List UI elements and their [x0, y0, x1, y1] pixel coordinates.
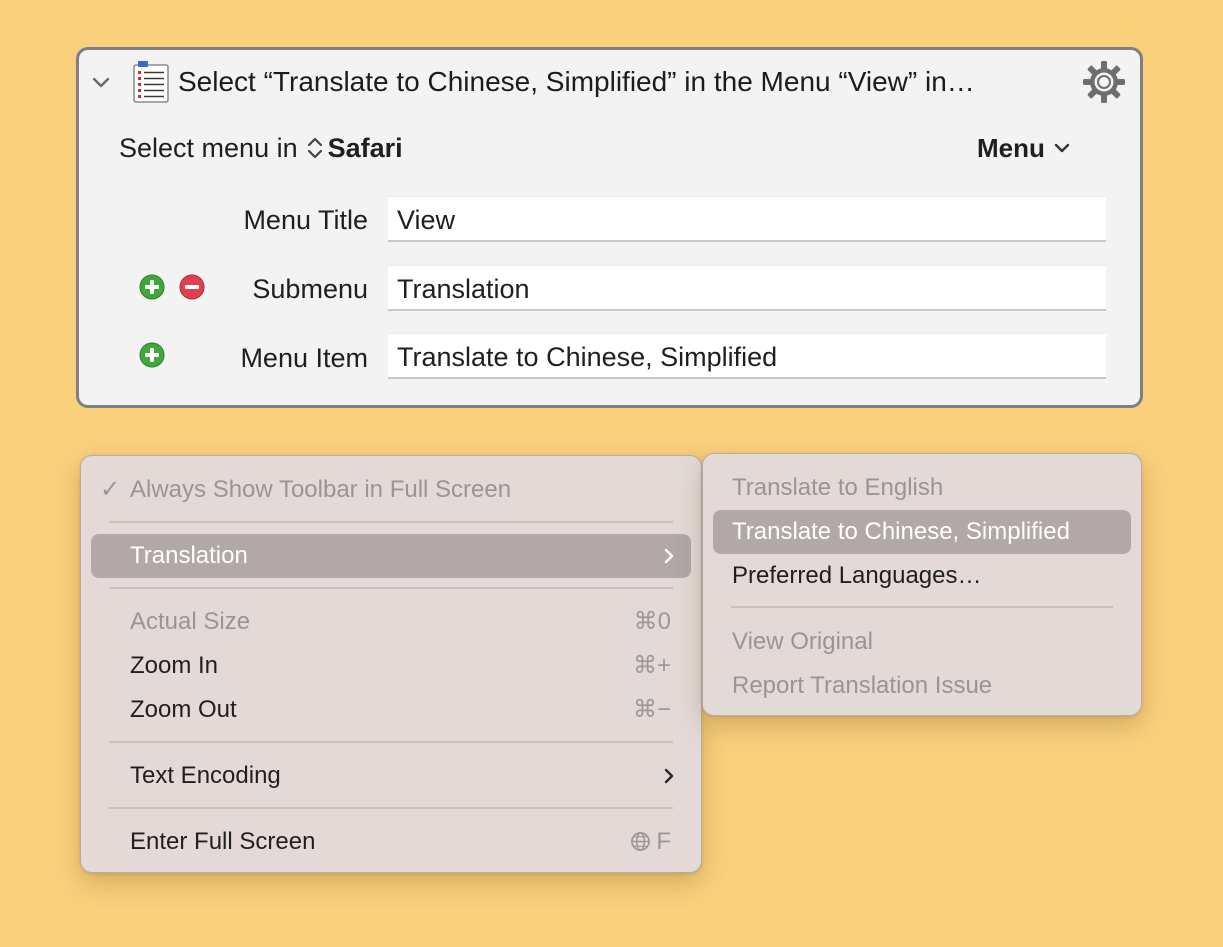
menu-title-label: Menu Title [243, 205, 368, 235]
menu-item-label: Translate to Chinese, Simplified [732, 518, 1070, 545]
menu-item-translate-to-chinese-simplified[interactable]: Translate to Chinese, Simplified [713, 510, 1131, 554]
menu-title-field[interactable]: View [388, 196, 1106, 242]
shortcut-label: ⌘+ [632, 652, 671, 679]
menu-separator [109, 741, 673, 743]
document-list-icon [133, 61, 169, 103]
menu-item-translation[interactable]: Translation [91, 534, 691, 578]
menu-item-label: Enter Full Screen [130, 828, 316, 855]
chevron-down-icon [1054, 143, 1070, 153]
select-menu-action-panel: Select “Translate to Chinese, Simplified… [76, 47, 1143, 408]
menu-item-label: View Original [732, 628, 873, 655]
checkmark-icon: ✓ [100, 476, 121, 503]
target-app-row: Select menu in Safari [119, 130, 403, 166]
menu-item-translate-to-english[interactable]: Translate to English [713, 466, 1131, 510]
menu-item-zoom-out[interactable]: Zoom Out ⌘− [91, 688, 691, 732]
menu-item-label: Always Show Toolbar in Full Screen [130, 476, 512, 503]
menu-item-label: Text Encoding [130, 762, 281, 789]
menu-item-label: Translate to English [732, 474, 944, 501]
menu-item-enter-full-screen[interactable]: Enter Full Screen F [91, 820, 691, 864]
menu-item-preferred-languages[interactable]: Preferred Languages… [713, 554, 1131, 598]
mode-dropdown[interactable]: Menu [977, 130, 1071, 166]
view-menu: ✓ Always Show Toolbar in Full Screen Tra… [80, 455, 702, 873]
menu-item-zoom-in[interactable]: Zoom In ⌘+ [91, 644, 691, 688]
mode-dropdown-label: Menu [977, 133, 1045, 163]
menu-item-always-show-toolbar[interactable]: ✓ Always Show Toolbar in Full Screen [91, 468, 691, 512]
menu-separator [109, 807, 673, 809]
gear-icon[interactable] [1082, 60, 1126, 104]
menu-separator [109, 587, 673, 589]
menu-separator [109, 521, 673, 523]
target-prefix-label: Select menu in [119, 133, 298, 163]
shortcut-key: F [656, 828, 671, 855]
chevron-right-icon [664, 548, 674, 564]
shortcut-globe-f: F [630, 820, 671, 864]
menu-item-label: Menu Item [240, 343, 368, 373]
menu-item-field[interactable]: Translate to Chinese, Simplified [388, 333, 1106, 379]
menu-item-label: Report Translation Issue [732, 672, 993, 699]
action-title: Select “Translate to Chinese, Simplified… [178, 66, 975, 97]
shortcut-label: ⌘0 [633, 608, 671, 635]
collapse-chevron-icon[interactable] [91, 72, 111, 92]
add-menu-item-icon[interactable] [139, 342, 165, 368]
shortcut-label: ⌘− [632, 696, 671, 723]
menu-item-label: Zoom In [130, 652, 219, 679]
globe-icon [631, 832, 651, 851]
chevron-right-icon [664, 768, 674, 784]
menu-separator [731, 606, 1113, 608]
translation-submenu: Translate to English Translate to Chines… [702, 453, 1142, 716]
menu-item-actual-size[interactable]: Actual Size ⌘0 [91, 600, 691, 644]
menu-item-report-translation-issue[interactable]: Report Translation Issue [713, 664, 1131, 708]
add-submenu-icon[interactable] [139, 274, 165, 300]
menu-item-label: Preferred Languages… [732, 562, 982, 589]
menu-item-text-encoding[interactable]: Text Encoding [91, 754, 691, 798]
submenu-label: Submenu [252, 274, 368, 304]
target-app-selector[interactable]: Safari [328, 133, 403, 163]
submenu-field[interactable]: Translation [388, 265, 1106, 311]
up-down-icon[interactable] [306, 135, 324, 161]
menu-item-view-original[interactable]: View Original [713, 620, 1131, 664]
menu-item-label: Actual Size [130, 608, 251, 635]
menu-item-label: Translation [130, 542, 248, 569]
menu-item-label: Zoom Out [130, 696, 237, 723]
